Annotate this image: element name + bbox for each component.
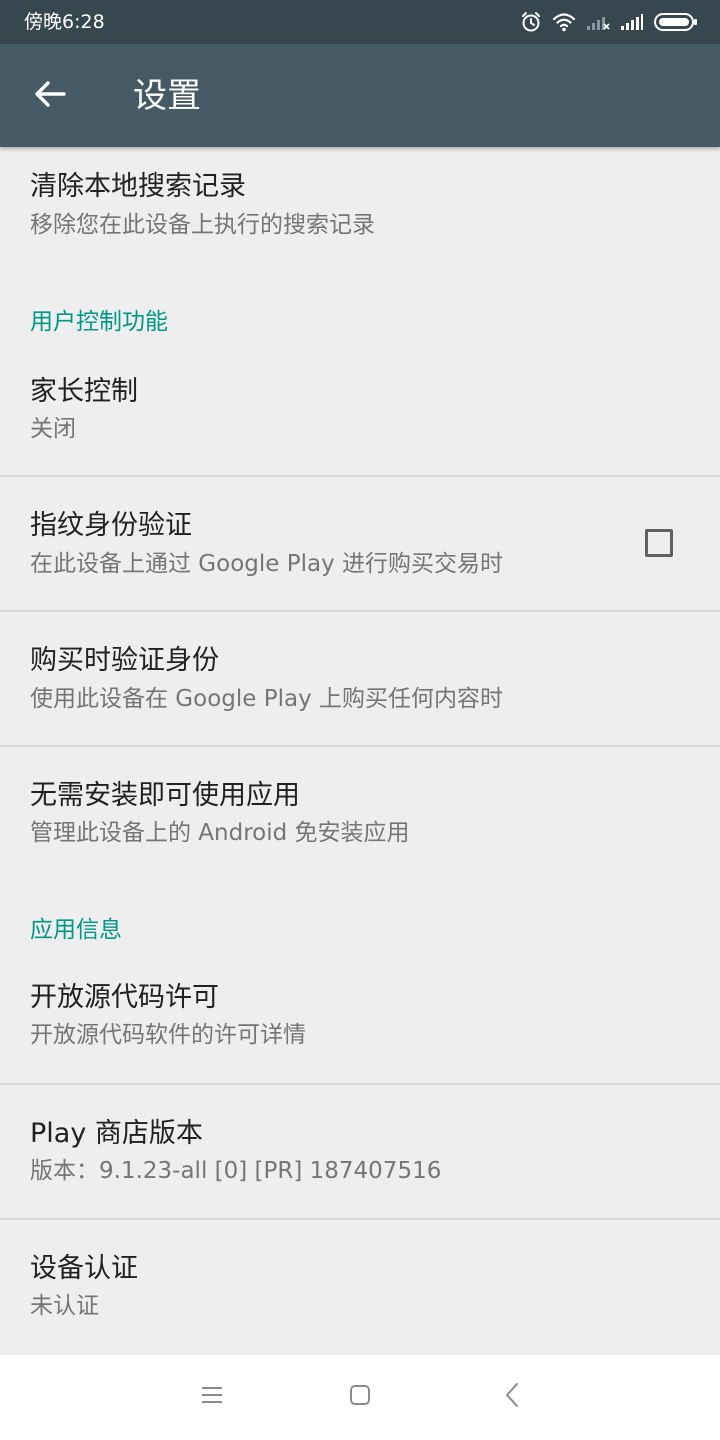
item-subtitle: 在此设备上通过 Google Play 进行购买交易时 — [30, 551, 504, 577]
item-subtitle: 开放源代码软件的许可详情 — [30, 1022, 306, 1048]
home-icon — [348, 1383, 372, 1411]
wifi-icon — [552, 12, 576, 32]
item-subtitle: 移除您在此设备上执行的搜索记录 — [30, 212, 375, 238]
system-back-button[interactable] — [488, 1375, 536, 1419]
device-certification-item[interactable]: 设备认证 未认证 — [0, 1220, 720, 1355]
fingerprint-checkbox[interactable] — [645, 529, 673, 557]
status-icons — [520, 10, 698, 34]
parental-controls-item[interactable]: 家长控制 关闭 — [0, 352, 720, 476]
app-bar: 设置 — [0, 44, 720, 147]
menu-button[interactable] — [188, 1375, 236, 1419]
item-title: 设备认证 — [30, 1253, 138, 1284]
arrow-left-icon — [34, 80, 66, 112]
fingerprint-auth-item[interactable]: 指纹身份验证 在此设备上通过 Google Play 进行购买交易时 — [0, 477, 720, 610]
item-subtitle: 使用此设备在 Google Play 上购买任何内容时 — [30, 686, 504, 712]
signal-icon — [620, 13, 644, 31]
section-header-user-controls: 用户控制功能 — [30, 309, 168, 335]
navigation-bar — [0, 1355, 720, 1440]
item-title: 指纹身份验证 — [30, 510, 192, 541]
item-subtitle: 未认证 — [30, 1293, 99, 1319]
clear-search-history-item[interactable]: 清除本地搜索记录 移除您在此设备上执行的搜索记录 — [0, 147, 720, 257]
alarm-icon — [520, 11, 542, 33]
back-button[interactable] — [24, 72, 76, 120]
item-subtitle: 管理此设备上的 Android 免安装应用 — [30, 820, 410, 846]
purchase-auth-item[interactable]: 购买时验证身份 使用此设备在 Google Play 上购买任何内容时 — [0, 612, 720, 745]
menu-icon — [200, 1385, 224, 1409]
item-title: 开放源代码许可 — [30, 982, 219, 1013]
item-title: 清除本地搜索记录 — [30, 171, 246, 202]
item-subtitle: 关闭 — [30, 416, 76, 442]
page-title: 设置 — [133, 76, 201, 116]
section-header-app-info: 应用信息 — [30, 917, 122, 943]
battery-icon — [654, 12, 698, 32]
back-icon — [503, 1382, 521, 1412]
item-title: 家长控制 — [30, 376, 138, 407]
item-subtitle: 版本：9.1.23-all [0] [PR] 187407516 — [30, 1158, 442, 1184]
item-title: Play 商店版本 — [30, 1118, 203, 1149]
item-title: 无需安装即可使用应用 — [30, 780, 300, 811]
play-store-version-item[interactable]: Play 商店版本 版本：9.1.23-all [0] [PR] 1874075… — [0, 1085, 720, 1218]
instant-apps-item[interactable]: 无需安装即可使用应用 管理此设备上的 Android 免安装应用 — [0, 747, 720, 877]
signal-no-sim-icon — [586, 13, 610, 31]
open-source-licenses-item[interactable]: 开放源代码许可 开放源代码软件的许可详情 — [0, 959, 720, 1083]
item-title: 购买时验证身份 — [30, 645, 219, 676]
settings-list: 清除本地搜索记录 移除您在此设备上执行的搜索记录 用户控制功能 家长控制 关闭 … — [0, 147, 720, 1355]
status-bar: 傍晚6:28 — [0, 0, 720, 44]
home-button[interactable] — [336, 1375, 384, 1419]
status-time: 傍晚6:28 — [24, 11, 105, 33]
